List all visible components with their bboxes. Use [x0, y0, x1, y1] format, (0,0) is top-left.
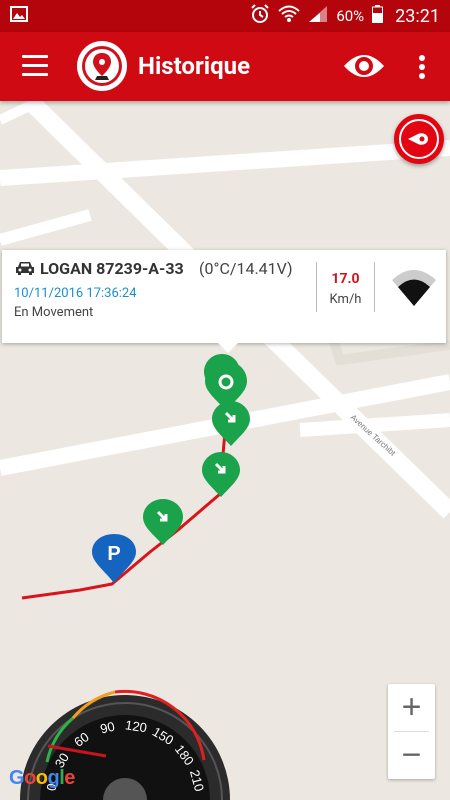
vehicle-datetime: 10/11/2016 17:36:24	[14, 286, 137, 301]
more-options-icon[interactable]	[414, 52, 430, 82]
gsm-signal-icon	[392, 270, 436, 306]
battery-icon	[372, 5, 384, 27]
gallery-notification-icon	[10, 6, 28, 26]
battery-percent: 60%	[336, 7, 365, 25]
status-bar: 60% 23:21	[0, 0, 450, 32]
gauge-tick-label: 120	[124, 717, 148, 735]
vehicle-temp-voltage: (0°C/14.41V)	[199, 259, 293, 278]
alarm-icon	[250, 4, 270, 28]
location-pin-icon	[408, 133, 428, 145]
speed-unit: Km/h	[329, 292, 362, 307]
car-icon	[16, 262, 34, 275]
svg-text:P: P	[107, 543, 120, 565]
zoom-controls: + −	[388, 684, 435, 779]
cell-signal-icon	[308, 5, 328, 27]
zoom-out-button[interactable]: −	[388, 732, 435, 779]
vehicle-info-card[interactable]: LOGAN 87239-A-33 (0°C/14.41V) 10/11/2016…	[2, 250, 446, 353]
eye-icon[interactable]	[342, 48, 386, 84]
divider	[374, 262, 375, 312]
wifi-icon	[278, 5, 300, 27]
app-logo	[77, 41, 127, 91]
menu-icon[interactable]	[22, 55, 48, 77]
vehicle-status: En Movement	[14, 305, 94, 320]
vehicle-name: LOGAN 87239-A-33	[40, 259, 184, 278]
zoom-in-button[interactable]: +	[388, 684, 435, 731]
app-bar: Historique	[0, 32, 450, 101]
locate-vehicle-button[interactable]	[394, 114, 444, 164]
page-title: Historique	[138, 52, 251, 80]
google-logo: Google	[9, 767, 75, 789]
clock: 23:21	[395, 5, 440, 27]
speed-value: 17.0	[331, 271, 360, 287]
